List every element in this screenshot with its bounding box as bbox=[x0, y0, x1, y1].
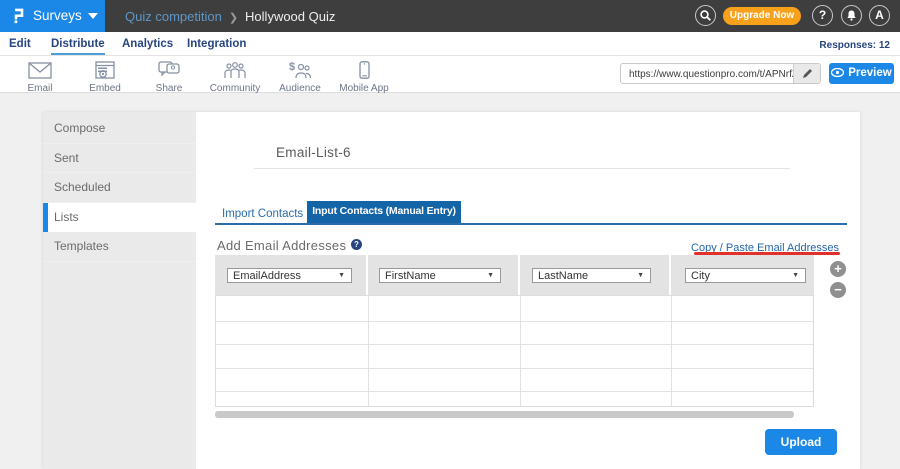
svg-text:$: $ bbox=[289, 61, 295, 73]
